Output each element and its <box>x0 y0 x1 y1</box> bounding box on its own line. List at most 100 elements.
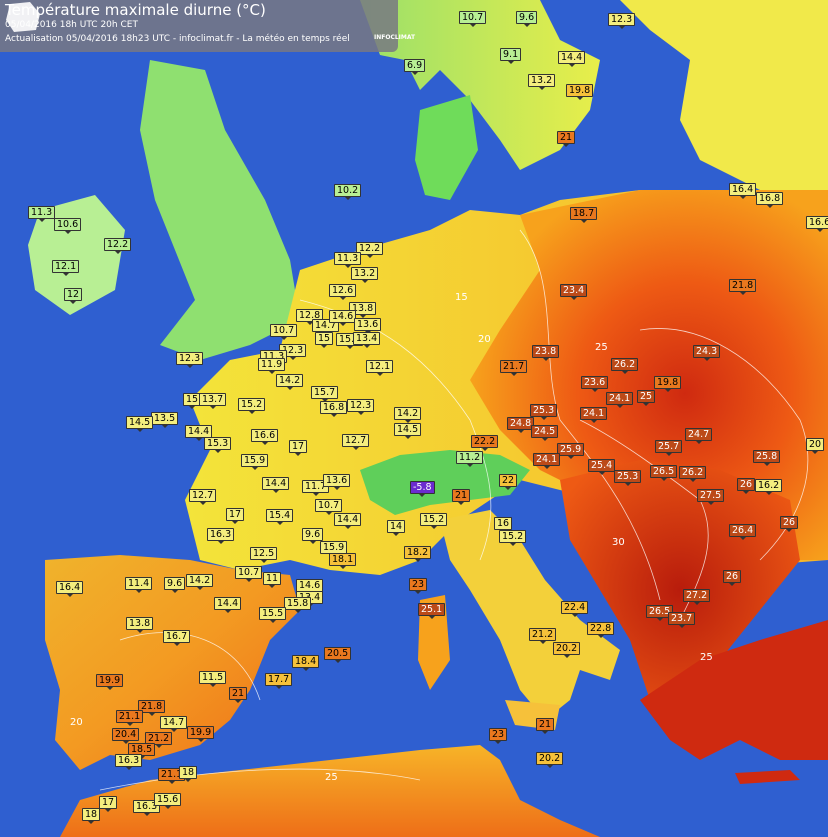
station-label[interactable]: 24.1 <box>606 392 634 408</box>
station-label[interactable]: 25.9 <box>557 443 585 459</box>
station-label[interactable]: 15.3 <box>204 437 232 453</box>
station-label[interactable]: 18.2 <box>404 546 432 562</box>
station-label[interactable]: 12.3 <box>608 13 636 29</box>
station-label[interactable]: 14.2 <box>276 374 304 390</box>
station-label[interactable]: 22.2 <box>471 435 499 451</box>
station-label[interactable]: 23 <box>409 578 428 594</box>
station-label[interactable]: 23.8 <box>532 345 560 361</box>
station-label[interactable]: 13.6 <box>323 474 351 490</box>
station-label[interactable]: 22.4 <box>561 601 589 617</box>
station-label[interactable]: 14.5 <box>126 416 154 432</box>
station-label[interactable]: 9.6 <box>302 528 324 544</box>
station-label[interactable]: 16.2 <box>755 479 783 495</box>
station-label[interactable]: 18.4 <box>292 655 320 671</box>
station-label[interactable]: 14.4 <box>262 477 290 493</box>
station-label[interactable]: 15.4 <box>266 509 294 525</box>
station-label[interactable]: 21.2 <box>529 628 557 644</box>
station-label[interactable]: 16.3 <box>115 754 143 770</box>
station-label[interactable]: 20 <box>806 438 825 454</box>
station-label[interactable]: 26 <box>737 478 756 494</box>
station-label[interactable]: 14.6 <box>329 310 357 326</box>
station-label[interactable]: 17 <box>226 508 245 524</box>
station-label[interactable]: 11.2 <box>456 451 484 467</box>
station-label[interactable]: 24.7 <box>685 428 713 444</box>
station-label[interactable]: 18.1 <box>329 553 357 569</box>
station-label[interactable]: 10.6 <box>54 218 82 234</box>
station-label[interactable]: 23.7 <box>668 612 696 628</box>
station-label[interactable]: 19.9 <box>96 674 124 690</box>
station-label[interactable]: 19.9 <box>187 726 215 742</box>
station-label[interactable]: 11.3 <box>28 206 56 222</box>
station-label[interactable]: 9.6 <box>516 11 538 27</box>
station-label[interactable]: 16.7 <box>163 630 191 646</box>
station-label[interactable]: 25.3 <box>530 404 558 420</box>
station-label[interactable]: 24.1 <box>580 407 608 423</box>
station-label[interactable]: 27.5 <box>697 489 725 505</box>
station-label[interactable]: 16.3 <box>207 528 235 544</box>
station-label[interactable]: 15.8 <box>284 597 312 613</box>
station-label[interactable]: 14 <box>387 520 406 536</box>
station-label[interactable]: 26.2 <box>611 358 639 374</box>
station-label[interactable]: 14.4 <box>214 597 242 613</box>
station-label[interactable]: 16.6 <box>806 216 828 232</box>
station-label[interactable]: 23.4 <box>560 284 588 300</box>
station-label[interactable]: 21 <box>452 489 471 505</box>
station-label[interactable]: 19.8 <box>566 84 594 100</box>
station-label[interactable]: 25.4 <box>588 459 616 475</box>
station-label[interactable]: 6.9 <box>404 59 426 75</box>
station-label[interactable]: 16.4 <box>729 183 757 199</box>
station-label[interactable]: 16.8 <box>756 192 784 208</box>
station-label[interactable]: 16 <box>494 517 513 533</box>
station-label[interactable]: 10.7 <box>270 324 298 340</box>
station-label[interactable]: 12.2 <box>104 238 132 254</box>
station-label[interactable]: 26.2 <box>679 466 707 482</box>
station-label[interactable]: 12.3 <box>176 352 204 368</box>
station-label[interactable]: 11.9 <box>258 358 286 374</box>
station-label[interactable]: 21.8 <box>729 279 757 295</box>
station-label[interactable]: 11 <box>263 572 282 588</box>
station-label[interactable]: 13.7 <box>199 393 227 409</box>
station-label[interactable]: 17.7 <box>265 673 293 689</box>
station-label[interactable]: 13.2 <box>351 267 379 283</box>
station-label[interactable]: 25.7 <box>655 440 683 456</box>
station-label[interactable]: 16.4 <box>56 581 84 597</box>
station-label[interactable]: 11.5 <box>199 671 227 687</box>
station-label[interactable]: 14.4 <box>558 51 586 67</box>
station-label[interactable]: 16.8 <box>320 401 348 417</box>
station-label[interactable]: 14.4 <box>334 513 362 529</box>
station-label[interactable]: 15.6 <box>154 793 182 809</box>
station-label[interactable]: 12.5 <box>250 547 278 563</box>
station-label[interactable]: 12 <box>64 288 83 304</box>
station-label[interactable]: 18.7 <box>570 207 598 223</box>
station-label[interactable]: 24.3 <box>693 345 721 361</box>
station-label[interactable]: 25.3 <box>614 470 642 486</box>
station-label[interactable]: 20.2 <box>536 752 564 768</box>
station-label[interactable]: 13.4 <box>353 332 381 348</box>
station-label[interactable]: 20.2 <box>553 642 581 658</box>
station-label[interactable]: 17 <box>99 796 118 812</box>
station-label[interactable]: 9.1 <box>500 48 522 64</box>
station-label[interactable]: 12.1 <box>366 360 394 376</box>
station-label[interactable]: 12.7 <box>342 434 370 450</box>
station-label[interactable]: 15 <box>315 332 334 348</box>
station-label[interactable]: 15.2 <box>420 513 448 529</box>
station-label[interactable]: 22.8 <box>587 622 615 638</box>
station-label[interactable]: 21.7 <box>500 360 528 376</box>
station-label[interactable]: 14.7 <box>160 716 188 732</box>
temperature-map[interactable]: 15 20 25 30 20 25 25 Température maximal… <box>0 0 828 837</box>
station-label[interactable]: 20.4 <box>112 728 140 744</box>
station-label[interactable]: 15.9 <box>241 454 269 470</box>
station-label[interactable]: 15.2 <box>238 398 266 414</box>
station-label[interactable]: 14.2 <box>394 407 422 423</box>
station-label[interactable]: 21 <box>536 718 555 734</box>
station-label[interactable]: 9.6 <box>164 577 186 593</box>
station-label[interactable]: 12.7 <box>189 489 217 505</box>
station-label[interactable]: 15.5 <box>259 607 287 623</box>
station-label[interactable]: 20.5 <box>324 647 352 663</box>
station-label[interactable]: 10.2 <box>334 184 362 200</box>
station-label[interactable]: 18 <box>82 808 101 824</box>
station-label[interactable]: 27.2 <box>683 589 711 605</box>
station-label[interactable]: 21.1 <box>116 710 144 726</box>
station-label[interactable]: 15.7 <box>311 386 339 402</box>
station-label[interactable]: 21 <box>557 131 576 147</box>
